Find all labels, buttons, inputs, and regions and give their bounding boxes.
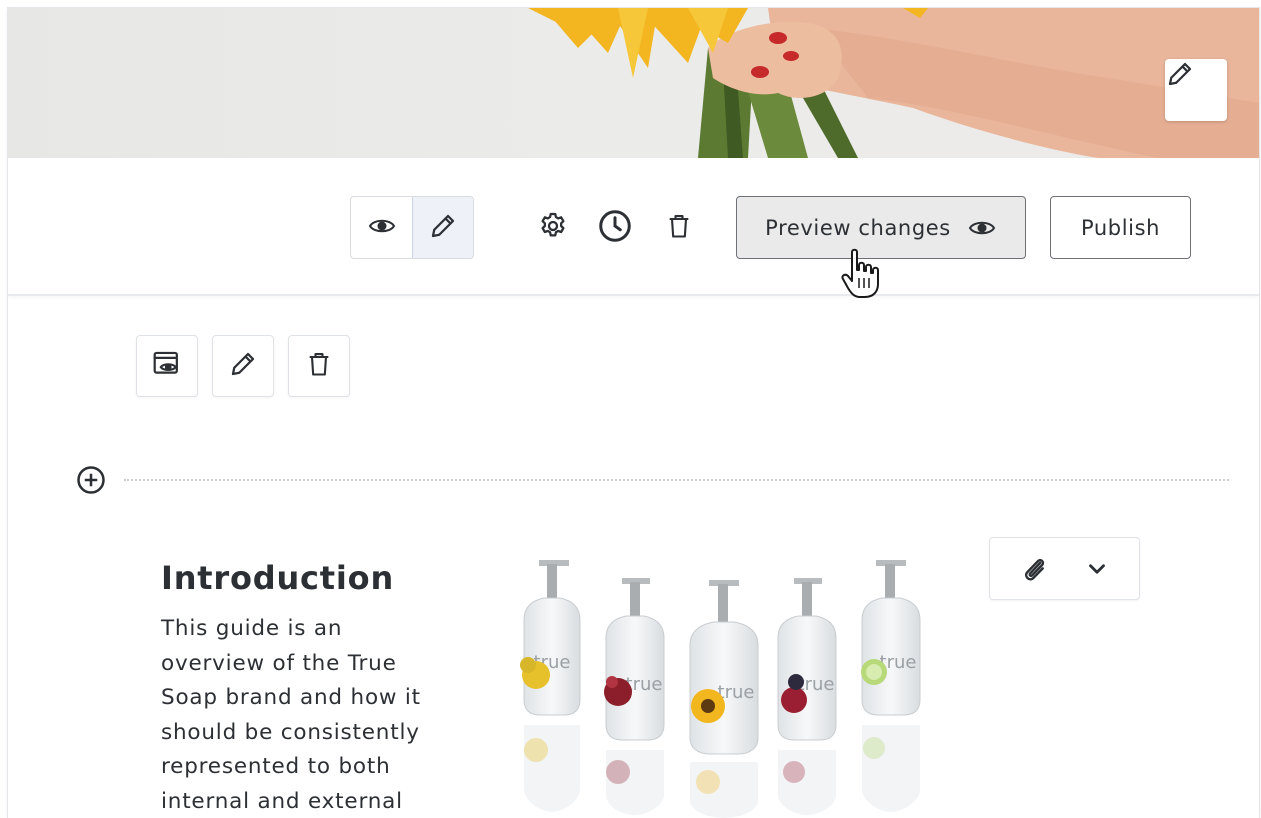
- trash-icon: [305, 349, 333, 383]
- hero-image: [528, 8, 1259, 158]
- product-image: true true true true true: [504, 550, 944, 818]
- eye-icon: [967, 218, 997, 238]
- preview-changes-label: Preview changes: [765, 215, 951, 240]
- editor-toolbar: Preview changes Publish: [8, 158, 1259, 296]
- chevron-down-icon: [1084, 556, 1110, 582]
- preview-window-icon: [151, 349, 183, 383]
- pencil-icon: [228, 349, 258, 383]
- hero-edit-button[interactable]: [1165, 59, 1227, 121]
- section-delete-button[interactable]: [288, 335, 350, 397]
- history-button[interactable]: [596, 209, 634, 247]
- section-edit-button[interactable]: [212, 335, 274, 397]
- section-body: This guide is an overview of the True So…: [161, 616, 421, 814]
- section-preview-button[interactable]: [136, 335, 198, 397]
- eye-icon: [368, 216, 396, 240]
- expand-button[interactable]: [1084, 556, 1110, 582]
- hand-cursor-icon: [840, 248, 884, 304]
- hero-banner: [8, 8, 1259, 158]
- plus-circle-icon: [76, 466, 106, 499]
- block-divider: [124, 479, 1229, 481]
- view-mode-button[interactable]: [351, 197, 412, 258]
- pencil-icon: [428, 211, 458, 245]
- settings-button[interactable]: [534, 209, 572, 247]
- section-title: Introduction: [161, 559, 395, 597]
- attach-button[interactable]: [1019, 554, 1049, 584]
- edit-mode-button[interactable]: [412, 197, 473, 258]
- mode-toggle: [350, 196, 474, 259]
- publish-button[interactable]: Publish: [1050, 196, 1191, 259]
- publish-label: Publish: [1080, 215, 1161, 240]
- delete-page-button[interactable]: [660, 209, 698, 247]
- editor-frame: Preview changes Publish Introduction Thi…: [8, 8, 1259, 818]
- clock-icon: [597, 208, 633, 248]
- add-block-button[interactable]: [76, 465, 106, 495]
- paperclip-icon: [1019, 554, 1049, 584]
- gear-icon: [537, 210, 569, 246]
- trash-icon: [665, 211, 693, 245]
- attachment-menu: [989, 537, 1140, 600]
